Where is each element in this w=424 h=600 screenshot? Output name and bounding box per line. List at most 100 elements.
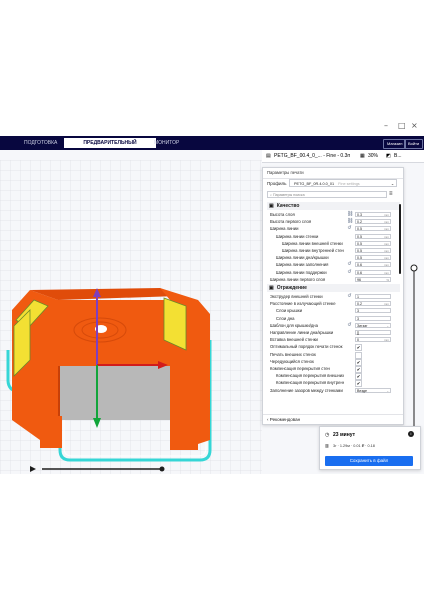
setting-value: 1 bbox=[357, 295, 359, 299]
setting-value-field[interactable]: 96% bbox=[355, 276, 391, 282]
search-icon: ⌕ bbox=[270, 193, 273, 197]
chevron-down-icon: ⌄ bbox=[390, 182, 394, 186]
support-label: В... bbox=[394, 153, 402, 159]
app-window: – □ × ПОДГОТОВКА ПРЕДВАРИТЕЛЬНЫЙ ПРОСМОТ… bbox=[0, 118, 424, 474]
reset-icon[interactable]: ↺ bbox=[347, 269, 352, 275]
setting-value-field[interactable]: 0 mm bbox=[355, 337, 391, 343]
setting-value-field[interactable]: 0.6 mm bbox=[355, 269, 391, 275]
setting-label: Высота первого слоя bbox=[270, 219, 312, 225]
setting-select[interactable]: Зигзаг ⌄ bbox=[355, 322, 391, 328]
reset-icon[interactable]: ↺ bbox=[347, 262, 352, 267]
setting-value: 0.3 bbox=[357, 213, 362, 217]
setting-value-field[interactable]: 0.6 mm bbox=[355, 262, 391, 268]
setting-label: Шаблон для крышки/дна bbox=[270, 322, 318, 328]
tab-prepare[interactable]: ПОДГОТОВКА bbox=[18, 138, 63, 148]
settings-title: Параметры печати bbox=[263, 168, 403, 179]
setting-label: Вставка внешней стенки bbox=[270, 337, 318, 343]
settings-search-input[interactable]: ⌕ Параметры поиска bbox=[267, 191, 387, 198]
reset-icon[interactable]: ↺ bbox=[347, 294, 352, 299]
reset-icon[interactable]: ↺ bbox=[347, 226, 352, 231]
minimize-button[interactable]: – bbox=[384, 121, 388, 130]
setting-value: 0.5 bbox=[357, 249, 362, 253]
profile-select[interactable]: PETG_BF_0R.4.0.0_01 Fine settings ⌄ bbox=[289, 179, 397, 187]
setting-row: Ширина линии дна/крышки 0.5 mm bbox=[267, 254, 400, 261]
setting-value: 0.5 bbox=[357, 234, 362, 239]
setting-row: Ширина линии внутренней стенки 0.5 mm bbox=[267, 247, 400, 254]
tab-monitor[interactable]: МОНИТОР bbox=[148, 138, 185, 148]
progress-handle[interactable] bbox=[159, 466, 165, 472]
setting-label: Высота слоя bbox=[270, 212, 295, 217]
maximize-button[interactable]: □ bbox=[398, 121, 406, 130]
settings-menu-icon[interactable]: ≡ bbox=[389, 191, 393, 197]
setting-label: Компенсация перекрытия внутренних стен bbox=[276, 380, 344, 386]
save-to-file-button[interactable]: Сохранить в файл bbox=[325, 456, 413, 466]
marketplace-button[interactable]: Магазин bbox=[383, 139, 407, 149]
setting-label: Ширина линии bbox=[270, 226, 299, 232]
setting-value: Везде bbox=[357, 388, 367, 393]
link-icon[interactable]: ⛓ bbox=[347, 212, 353, 217]
recommended-button[interactable]: ‹ Рекомендован bbox=[263, 414, 403, 424]
setting-value: 3 bbox=[357, 309, 359, 314]
setting-row: Вставка внешней стенки 0 mm bbox=[267, 336, 400, 343]
reset-icon[interactable]: ↺ bbox=[347, 322, 352, 328]
setting-label: Расстояние в излучающей стенке bbox=[270, 301, 336, 307]
settings-scrollbar[interactable] bbox=[399, 204, 401, 274]
setting-row: Шаблон для крышки/дна ↺ Зигзаг ⌄ bbox=[267, 322, 400, 329]
profile-hint: Fine settings bbox=[338, 182, 360, 186]
setting-value-field[interactable]: 0.5 mm bbox=[355, 255, 391, 261]
setting-value-field[interactable]: 0.3 mm bbox=[355, 212, 391, 217]
setting-value-field[interactable]: 0.2 mm bbox=[355, 219, 391, 225]
settings-list[interactable]: ▣ Качество Высота слоя ⛓ 0.3 mm Высота первого… bbox=[267, 202, 400, 412]
setting-label: Компенсация перекрытия внешних стен bbox=[276, 373, 344, 379]
sign-in-button[interactable]: Войти bbox=[404, 139, 424, 149]
setting-value-field[interactable]: 0.5 mm bbox=[355, 240, 391, 246]
setting-value-field[interactable]: 3 bbox=[355, 308, 391, 314]
setting-value: 0.5 bbox=[357, 241, 362, 246]
tab-preview[interactable]: ПРЕДВАРИТЕЛЬНЫЙ ПРОСМОТР bbox=[64, 138, 156, 156]
setting-value-field[interactable]: 3 bbox=[355, 315, 391, 321]
settings-category[interactable]: ▣ Ограждение bbox=[267, 284, 400, 292]
setting-value-field[interactable]: [] bbox=[355, 330, 391, 335]
top-navigation: ПОДГОТОВКА ПРЕДВАРИТЕЛЬНЫЙ ПРОСМОТР МОНИ… bbox=[0, 136, 424, 156]
setting-label: Ширина линии заполнения bbox=[276, 262, 329, 268]
setting-label: Направление линии дна/крышки bbox=[270, 330, 334, 335]
setting-value: 0.6 bbox=[357, 270, 362, 275]
setting-row: Ширина линии заполнения ↺ 0.6 mm bbox=[267, 261, 400, 268]
setting-value-field[interactable]: 0.5 mm bbox=[355, 233, 391, 239]
setting-value: 0 bbox=[357, 338, 359, 343]
setting-value: 96 bbox=[357, 277, 361, 282]
settings-category[interactable]: ▣ Качество bbox=[267, 202, 400, 210]
category-label: Ограждение bbox=[276, 285, 307, 291]
layer-slider[interactable] bbox=[410, 264, 418, 450]
setting-value: [] bbox=[357, 331, 359, 335]
setting-select[interactable]: Везде ⌄ bbox=[355, 387, 391, 393]
close-button[interactable]: × bbox=[411, 121, 418, 130]
job-profile-name: PETG_BF_00.4_0_... - Fine - 0.3mm bbox=[274, 153, 350, 159]
setting-row: Оптимальный порядок печати стенок ✔ bbox=[267, 343, 400, 352]
job-specs-bar[interactable]: ▤ PETG_BF_00.4_0_... - Fine - 0.3mm ▦ 30… bbox=[262, 150, 424, 163]
simulation-player[interactable] bbox=[28, 460, 168, 472]
play-icon[interactable] bbox=[30, 466, 36, 472]
setting-value-field[interactable]: 1 bbox=[355, 294, 391, 299]
search-placeholder: Параметры поиска bbox=[273, 193, 305, 197]
setting-row: Направление линии дна/крышки [] bbox=[267, 329, 400, 336]
setting-value: 3 bbox=[357, 316, 359, 321]
setting-label: Слои дна bbox=[276, 315, 295, 321]
setting-label: Компенсация перекрытия стен bbox=[270, 366, 330, 371]
print-summary-panel: ◷ 23 минут i ▥ 3г · 1.29м · 0.01 ₽ · 0.1… bbox=[319, 426, 421, 470]
print-settings-panel: Параметры печати Профиль PETG_BF_0R.4.0.… bbox=[262, 167, 404, 425]
chevron-left-icon: ‹ bbox=[267, 417, 269, 422]
setting-row: Высота первого слоя ⛓ 0.2 mm bbox=[267, 218, 400, 225]
link-icon[interactable]: ⛓ bbox=[347, 219, 353, 224]
setting-label: Ширина линии поддержки bbox=[276, 269, 327, 275]
setting-row: Ширина линии поддержки ↺ 0.6 mm bbox=[267, 269, 400, 276]
setting-value-field[interactable]: 0.5 mm bbox=[355, 248, 391, 253]
setting-row: Компенсация перекрытия внутренних стен✔ bbox=[267, 379, 400, 388]
profile-value: PETG_BF_0R.4.0.0_01 bbox=[294, 182, 335, 186]
setting-value-field[interactable]: 0.5 mm bbox=[355, 226, 391, 232]
setting-label: Ширина линии стенки bbox=[276, 233, 319, 239]
info-icon[interactable]: i bbox=[408, 431, 414, 437]
player-controls bbox=[30, 466, 165, 472]
setting-value-field[interactable]: 0.2 mm bbox=[355, 301, 391, 307]
setting-row: Заполнение зазоров между стенками Везде ⌄ bbox=[267, 387, 400, 394]
